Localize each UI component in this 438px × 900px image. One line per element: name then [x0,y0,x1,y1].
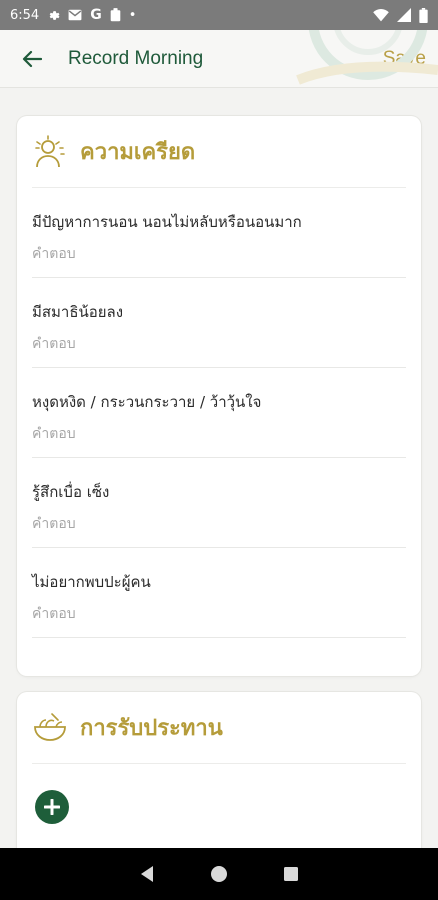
answer-input[interactable] [32,606,406,622]
page-title: Record Morning [68,47,204,69]
status-time: 6:54 [10,7,40,23]
question-row: รู้สึกเบื่อ เซ็ง [32,458,406,548]
stress-section-title: ความเครียด [80,140,196,165]
square-recents-icon [284,867,298,881]
answer-input[interactable] [32,246,406,262]
notification-dot: • [128,7,137,23]
nav-home-button[interactable] [183,848,255,900]
food-section-title: การรับประทาน [80,716,223,741]
back-button[interactable] [12,39,52,79]
question-row: ไม่อยากพบปะผู้คน [32,548,406,638]
food-bowl-icon [34,712,66,741]
wifi-icon [373,8,389,22]
google-icon: G [90,7,102,23]
food-card: การรับประทาน [17,692,421,872]
answer-input[interactable] [32,516,406,532]
question-label: หงุดหงิด / กระวนกระวาย / ว้าวุ้นใจ [32,393,262,411]
question-row: หงุดหงิด / กระวนกระวาย / ว้าวุ้นใจ [32,368,406,458]
status-bar: 6:54 G • [0,0,438,30]
settings-icon [47,9,60,22]
question-row: มีปัญหาการนอน นอนไม่หลับหรือนอนมาก [32,188,406,278]
question-label: มีสมาธิน้อยลง [32,303,124,321]
food-card-header: การรับประทาน [32,692,406,764]
question-label: มีปัญหาการนอน นอนไม่หลับหรือนอนมาก [32,213,302,231]
arrow-left-icon [22,50,42,67]
answer-input[interactable] [32,336,406,352]
stress-card-header: ความเครียด [32,116,406,188]
navigation-bar [0,848,438,900]
nav-back-button[interactable] [111,848,183,900]
gmail-icon [68,9,82,21]
nav-recents-button[interactable] [255,848,327,900]
answer-input[interactable] [32,426,406,442]
question-row: มีสมาธิน้อยลง [32,278,406,368]
stress-card: ความเครียด มีปัญหาการนอน นอนไม่หลับหรือน… [17,116,421,676]
add-circle-icon [44,799,60,815]
signal-icon [397,8,411,22]
add-button[interactable] [35,790,69,824]
clipboard-icon [110,8,121,22]
triangle-back-icon [141,866,153,882]
save-button[interactable]: Save [383,48,426,70]
person-stress-icon [35,134,65,167]
battery-icon [419,7,428,23]
question-label: รู้สึกเบื่อ เซ็ง [32,483,110,501]
question-label: ไม่อยากพบปะผู้คน [32,573,151,591]
circle-home-icon [211,866,227,882]
app-bar: Record Morning Save [0,30,438,88]
